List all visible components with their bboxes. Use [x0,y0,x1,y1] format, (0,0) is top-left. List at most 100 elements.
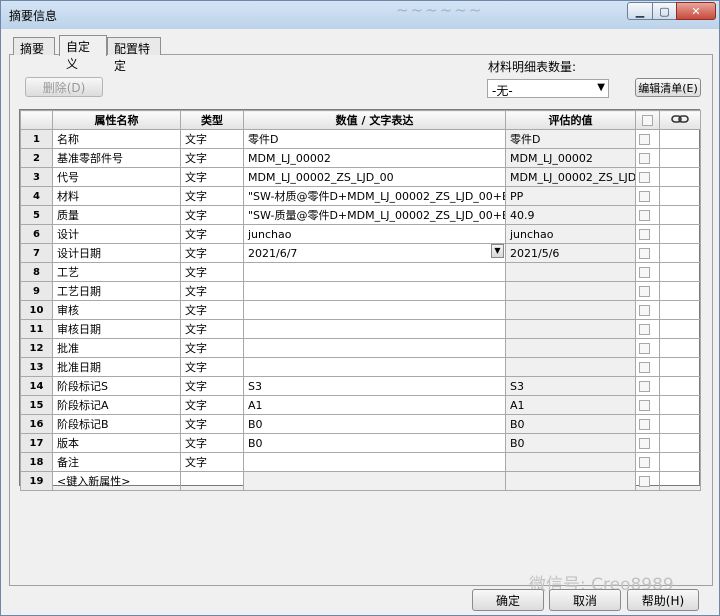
row-checkbox[interactable] [639,267,650,278]
property-type-cell[interactable] [180,471,244,491]
checkbox-cell[interactable] [635,281,660,301]
row-checkbox[interactable] [639,457,650,468]
property-expression-cell[interactable]: MDM_LJ_00002_ZS_LJD_00 [243,167,506,187]
table-row[interactable]: 1 名称 文字 零件D 零件D [20,129,701,149]
bom-count-select[interactable]: -无- ▼ [487,79,609,98]
help-button[interactable]: 帮助(H) [627,589,699,611]
property-type-cell[interactable]: 文字 [180,224,244,244]
property-expression-cell[interactable] [243,319,506,339]
checkbox-cell[interactable] [635,186,660,206]
table-row[interactable]: 15 阶段标记A 文字 A1 A1 [20,395,701,415]
row-checkbox[interactable] [639,324,650,335]
checkbox-cell[interactable] [635,319,660,339]
checkbox-cell[interactable] [635,471,660,491]
table-row[interactable]: 6 设计 文字 junchao junchao [20,224,701,244]
checkbox-cell[interactable] [635,414,660,434]
row-checkbox[interactable] [639,343,650,354]
col-header-name[interactable]: 属性名称 [52,110,181,130]
row-number[interactable]: 5 [20,205,53,225]
row-number[interactable]: 17 [20,433,53,453]
property-name-cell[interactable]: <键入新属性> [52,471,181,491]
table-row[interactable]: 13 批准日期 文字 [20,357,701,377]
property-expression-cell[interactable] [243,281,506,301]
row-number[interactable]: 6 [20,224,53,244]
property-expression-cell[interactable]: B0 [243,414,506,434]
expression-combo[interactable]: 2021/6/7 ▼ [248,244,504,260]
edit-bom-button[interactable]: 编辑清单(E) [635,78,701,97]
tab-custom[interactable]: 自定义 [59,35,107,71]
property-name-cell[interactable]: 备注 [52,452,181,472]
row-number[interactable]: 1 [20,129,53,149]
ok-button[interactable]: 确定 [472,589,544,611]
checkbox-cell[interactable] [635,338,660,358]
property-name-cell[interactable]: 代号 [52,167,181,187]
checkbox-cell[interactable] [635,376,660,396]
row-number[interactable]: 18 [20,452,53,472]
row-checkbox[interactable] [639,172,650,183]
property-name-cell[interactable]: 批准日期 [52,357,181,377]
property-name-cell[interactable]: 阶段标记B [52,414,181,434]
property-name-cell[interactable]: 质量 [52,205,181,225]
property-name-cell[interactable]: 设计 [52,224,181,244]
property-expression-cell[interactable] [243,357,506,377]
row-checkbox[interactable] [639,381,650,392]
row-checkbox[interactable] [639,362,650,373]
cancel-button[interactable]: 取消 [549,589,621,611]
property-expression-cell[interactable]: junchao [243,224,506,244]
select-all-checkbox[interactable] [642,115,653,126]
checkbox-cell[interactable] [635,452,660,472]
row-number[interactable]: 9 [20,281,53,301]
row-number[interactable]: 13 [20,357,53,377]
checkbox-cell[interactable] [635,148,660,168]
table-row[interactable]: 10 审核 文字 [20,300,701,320]
checkbox-cell[interactable] [635,300,660,320]
checkbox-cell[interactable] [635,433,660,453]
col-header-type[interactable]: 类型 [180,110,244,130]
table-row[interactable]: 18 备注 文字 [20,452,701,472]
checkbox-cell[interactable] [635,167,660,187]
property-name-cell[interactable]: 工艺 [52,262,181,282]
row-checkbox[interactable] [639,476,650,487]
table-row[interactable]: 11 审核日期 文字 [20,319,701,339]
property-type-cell[interactable]: 文字 [180,395,244,415]
property-expression-cell[interactable]: 零件D [243,129,506,149]
row-checkbox[interactable] [639,438,650,449]
row-checkbox[interactable] [639,248,650,259]
table-row[interactable]: 5 质量 文字 "SW-质量@零件D+MDM_LJ_00002_ZS_LJD_00+B… [20,205,701,225]
row-number[interactable]: 7 [20,243,53,263]
row-checkbox[interactable] [639,229,650,240]
tab-config-specific[interactable]: 配置特定 [107,37,161,73]
dropdown-arrow-icon[interactable]: ▼ [491,244,504,258]
property-expression-cell[interactable] [243,262,506,282]
row-checkbox[interactable] [639,286,650,297]
col-header-link[interactable] [659,110,701,130]
property-expression-cell[interactable]: MDM_LJ_00002 [243,148,506,168]
property-type-cell[interactable]: 文字 [180,433,244,453]
property-expression-cell[interactable]: "SW-质量@零件D+MDM_LJ_00002_ZS_LJD_00+B0. [243,205,506,225]
maximize-button[interactable]: ▢ [652,2,677,20]
property-name-cell[interactable]: 设计日期 [52,243,181,263]
property-type-cell[interactable]: 文字 [180,129,244,149]
table-row[interactable]: 8 工艺 文字 [20,262,701,282]
table-row[interactable]: 2 基准零部件号 文字 MDM_LJ_00002 MDM_LJ_00002 [20,148,701,168]
property-type-cell[interactable]: 文字 [180,300,244,320]
property-name-cell[interactable]: 审核日期 [52,319,181,339]
table-row[interactable]: 19 <键入新属性> [20,471,701,491]
property-type-cell[interactable]: 文字 [180,167,244,187]
row-number[interactable]: 10 [20,300,53,320]
table-row[interactable]: 14 阶段标记S 文字 S3 S3 [20,376,701,396]
property-expression-cell[interactable]: B0 [243,433,506,453]
property-type-cell[interactable]: 文字 [180,319,244,339]
table-row[interactable]: 9 工艺日期 文字 [20,281,701,301]
row-number[interactable]: 4 [20,186,53,206]
row-number[interactable]: 16 [20,414,53,434]
row-number[interactable]: 3 [20,167,53,187]
property-type-cell[interactable]: 文字 [180,186,244,206]
row-number[interactable]: 12 [20,338,53,358]
property-name-cell[interactable]: 名称 [52,129,181,149]
col-header-evaluated[interactable]: 评估的值 [505,110,636,130]
checkbox-cell[interactable] [635,395,660,415]
property-name-cell[interactable]: 版本 [52,433,181,453]
property-expression-cell[interactable]: 2021/6/7 ▼ [243,243,506,263]
property-type-cell[interactable]: 文字 [180,148,244,168]
